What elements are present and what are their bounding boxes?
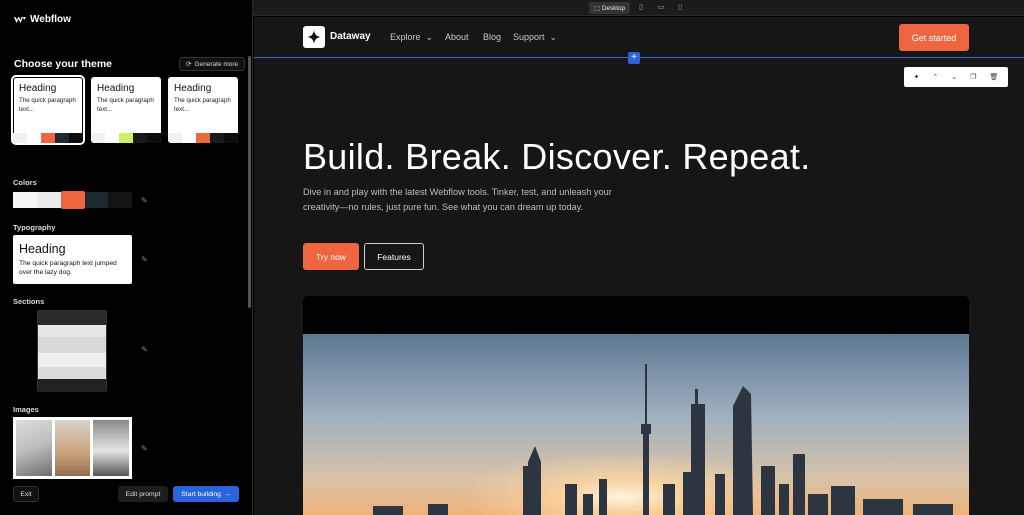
theme-card-paragraph: The quick paragraph text... (19, 97, 76, 113)
try-now-button[interactable]: Try now (303, 243, 359, 270)
theme-card-paragraph: The quick paragraph text... (97, 97, 154, 113)
exit-button[interactable]: Exit (13, 486, 39, 502)
color-swatch[interactable] (84, 192, 109, 208)
sparkle-icon (307, 30, 321, 44)
theme-swatch (13, 133, 27, 143)
webflow-brand[interactable]: Webflow (14, 14, 71, 25)
device-desktop-label: Desktop (601, 4, 626, 12)
typography-paragraph: The quick paragraph text jumped over the… (19, 260, 117, 276)
edit-colors-pencil-icon[interactable]: ✎ (141, 197, 149, 205)
brand-name: Webflow (30, 14, 71, 25)
theme-swatch (105, 133, 119, 143)
chevron-down-icon: ⌄ (423, 32, 434, 42)
theme-card-heading: Heading (174, 83, 212, 94)
theme-card-3[interactable]: Heading The quick paragraph text... (168, 77, 238, 143)
duplicate-icon[interactable]: ❐ (970, 73, 976, 81)
city-skyline-image (303, 334, 969, 515)
edit-typography-pencil-icon[interactable]: ✎ (141, 256, 149, 264)
typography-card[interactable]: Heading The quick paragraph text jumped … (13, 235, 132, 284)
sections-thumbnail[interactable] (37, 310, 107, 392)
features-button[interactable]: Features (364, 243, 424, 270)
arrow-right-icon: → (223, 490, 231, 498)
nav-explore-label: Explore (390, 32, 421, 42)
theme-card-paragraph: The quick paragraph text... (174, 97, 231, 113)
get-started-button[interactable]: Get started (899, 24, 969, 51)
panel-scrollbar[interactable] (248, 56, 251, 308)
add-section-plus-icon[interactable]: + (628, 52, 640, 64)
typography-heading: Heading (19, 242, 66, 256)
image-thumb-chair (54, 420, 91, 476)
edit-prompt-button[interactable]: Edit prompt (118, 486, 168, 502)
theme-card-heading: Heading (19, 83, 57, 94)
theme-card-2[interactable]: Heading The quick paragraph text... (91, 77, 161, 143)
theme-card-swatches (168, 133, 238, 143)
theme-title: Choose your theme (14, 58, 113, 70)
refresh-icon: ⟳ (186, 61, 192, 68)
color-swatch[interactable] (13, 192, 37, 208)
theme-card-1[interactable]: Heading The quick paragraph text... (11, 75, 85, 145)
device-toolbar: ⬚ Desktop ▯ ▭ ▯ (253, 0, 1024, 16)
site-logo-text[interactable]: Dataway (330, 31, 371, 42)
move-down-icon[interactable]: ⌄ (951, 73, 957, 81)
edit-sections-pencil-icon[interactable]: ✎ (141, 346, 149, 354)
theme-card-heading: Heading (97, 83, 135, 94)
theme-swatch (210, 133, 224, 143)
theme-card-swatches (91, 133, 161, 143)
start-building-label: Start building (181, 490, 221, 498)
theme-swatch (91, 133, 105, 143)
color-swatch[interactable] (108, 192, 132, 208)
theme-swatch (182, 133, 196, 143)
tablet-landscape-icon[interactable]: ▯ (636, 3, 646, 13)
mobile-icon[interactable]: ▯ (675, 3, 685, 13)
image-thumb-laptop (16, 420, 52, 476)
nav-about[interactable]: About (445, 32, 469, 42)
theme-swatch (196, 133, 210, 143)
desktop-icon: ⬚ (594, 4, 600, 12)
color-swatch[interactable] (60, 191, 85, 209)
chevron-down-icon: ⌄ (547, 32, 558, 42)
theme-card-swatches (13, 133, 83, 143)
element-toolbar: ✦ ⌃ ⌄ ❐ 🗑 (904, 67, 1008, 87)
typography-label: Typography (13, 223, 56, 232)
colors-label: Colors (13, 178, 37, 187)
theme-swatch (168, 133, 182, 143)
images-label: Images (13, 405, 39, 414)
nav-support[interactable]: Support ⌄ (513, 32, 557, 43)
hero-title: Build. Break. Discover. Repeat. (303, 136, 811, 177)
images-thumbnails[interactable] (13, 417, 132, 479)
dataway-logo[interactable] (303, 26, 325, 48)
device-desktop-button[interactable]: ⬚ Desktop (589, 2, 631, 14)
delete-icon[interactable]: 🗑 (990, 73, 999, 81)
hero-image-frame (303, 296, 969, 515)
generate-more-label: Generate more (194, 60, 239, 68)
generate-more-button[interactable]: ⟳ Generate more (179, 57, 246, 71)
webflow-logo-icon (14, 16, 26, 23)
color-palette[interactable] (13, 191, 132, 209)
theme-swatch (69, 133, 83, 143)
nav-blog[interactable]: Blog (483, 32, 501, 42)
sections-label: Sections (13, 297, 45, 306)
start-building-button[interactable]: Start building → (173, 486, 239, 502)
hero-subtitle: Dive in and play with the latest Webflow… (303, 187, 612, 212)
tablet-portrait-icon[interactable]: ▭ (656, 3, 666, 13)
theme-swatch (119, 133, 133, 143)
sparkle-edit-icon[interactable]: ✦ (914, 73, 920, 81)
theme-swatch (41, 133, 55, 143)
nav-support-label: Support (513, 32, 545, 42)
theme-swatch (147, 133, 161, 143)
theme-swatch (224, 133, 238, 143)
site-canvas[interactable]: Dataway Explore ⌄ About Blog Support ⌄ G… (254, 17, 1024, 515)
theme-swatch (55, 133, 69, 143)
image-thumb-person (93, 420, 130, 476)
theme-panel: Webflow Choose your theme ⟳ Generate mor… (0, 0, 253, 515)
theme-swatch (133, 133, 147, 143)
theme-swatch (27, 133, 41, 143)
move-up-icon[interactable]: ⌃ (932, 73, 938, 81)
nav-explore[interactable]: Explore ⌄ (390, 32, 433, 43)
edit-images-pencil-icon[interactable]: ✎ (141, 445, 149, 453)
color-swatch[interactable] (36, 192, 61, 208)
